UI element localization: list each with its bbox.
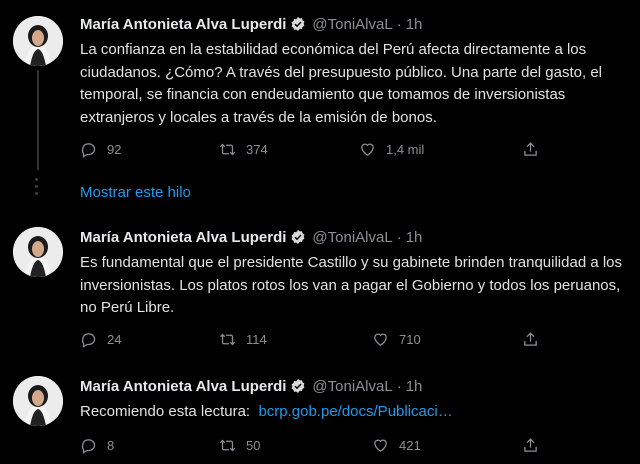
timestamp[interactable]: 1h	[406, 16, 423, 33]
retweet-button[interactable]: 374	[219, 141, 268, 158]
like-icon	[374, 333, 387, 346]
author-name[interactable]: María Antonieta Alva Luperdi	[80, 16, 286, 33]
share-button[interactable]	[522, 141, 539, 158]
like-icon	[374, 439, 387, 452]
tweet-actions: 92 374 1,4 mil	[80, 141, 550, 159]
verified-badge-icon	[291, 379, 305, 393]
reply-icon	[81, 439, 96, 454]
tweet-1[interactable]: María Antonieta Alva Luperdi @ToniAlvaL …	[0, 0, 640, 170]
author-handle[interactable]: @ToniAlvaL	[312, 378, 392, 395]
retweet-count: 50	[246, 438, 261, 453]
tweet-3[interactable]: María Antonieta Alva Luperdi @ToniAlvaL …	[0, 362, 640, 464]
like-icon	[361, 143, 374, 156]
author-name[interactable]: María Antonieta Alva Luperdi	[80, 378, 286, 395]
separator-dot: ·	[396, 228, 402, 246]
tweet-header: María Antonieta Alva Luperdi @ToniAlvaL …	[80, 376, 422, 396]
like-count: 421	[399, 438, 421, 453]
avatar[interactable]	[13, 376, 63, 426]
retweet-icon	[219, 143, 236, 156]
retweet-count: 114	[246, 332, 267, 347]
retweet-icon	[219, 439, 236, 452]
tweet-text: Recomiendo esta lectura: bcrp.gob.pe/doc…	[80, 401, 632, 424]
like-count: 710	[399, 332, 421, 347]
retweet-button[interactable]: 50	[219, 437, 260, 454]
author-name[interactable]: María Antonieta Alva Luperdi	[80, 229, 286, 246]
reply-button[interactable]: 92	[80, 141, 121, 158]
retweet-count: 374	[246, 142, 268, 157]
reply-count: 92	[107, 142, 122, 157]
like-button[interactable]: 710	[372, 331, 421, 348]
tweet-text-plain: Recomiendo esta lectura:	[80, 403, 251, 420]
tweet-link[interactable]: bcrp.gob.pe/docs/Publicaci…	[258, 403, 452, 420]
like-button[interactable]: 1,4 mil	[359, 141, 424, 158]
like-count: 1,4 mil	[386, 142, 425, 157]
verified-badge-icon	[291, 17, 305, 31]
verified-badge-icon	[291, 230, 305, 244]
tweet-actions: 24 114 710	[80, 331, 550, 349]
author-handle[interactable]: @ToniAlvaL	[312, 229, 392, 246]
avatar[interactable]	[13, 16, 63, 66]
tweet-header: María Antonieta Alva Luperdi @ToniAlvaL …	[80, 14, 422, 34]
share-button[interactable]	[522, 331, 539, 348]
like-button[interactable]: 421	[372, 437, 421, 454]
tweet-text: Es fundamental que el presidente Castill…	[80, 254, 623, 316]
show-thread-link[interactable]: Mostrar este hilo	[80, 184, 191, 201]
thread-dots	[35, 178, 38, 199]
thread-line	[37, 70, 39, 170]
separator-dot: ·	[396, 15, 402, 33]
separator-dot: ·	[396, 377, 402, 395]
share-icon	[524, 142, 537, 156]
tweet-text: La confianza en la estabilidad económica…	[80, 41, 602, 126]
author-handle[interactable]: @ToniAlvaL	[312, 16, 392, 33]
retweet-icon	[219, 333, 236, 346]
timestamp[interactable]: 1h	[406, 229, 423, 246]
retweet-button[interactable]: 114	[219, 331, 267, 348]
reply-icon	[81, 333, 96, 348]
tweet-actions: 8 50 421	[80, 437, 550, 455]
share-button[interactable]	[522, 437, 539, 454]
share-icon	[524, 438, 537, 452]
reply-count: 8	[107, 438, 115, 453]
reply-count: 24	[107, 332, 122, 347]
reply-button[interactable]: 24	[80, 331, 121, 348]
reply-icon	[81, 143, 96, 158]
tweet-2[interactable]: María Antonieta Alva Luperdi @ToniAlvaL …	[0, 212, 640, 362]
avatar[interactable]	[13, 227, 63, 277]
share-icon	[524, 332, 537, 346]
reply-button[interactable]: 8	[80, 437, 114, 454]
timestamp[interactable]: 1h	[406, 378, 423, 395]
tweet-header: María Antonieta Alva Luperdi @ToniAlvaL …	[80, 227, 422, 247]
